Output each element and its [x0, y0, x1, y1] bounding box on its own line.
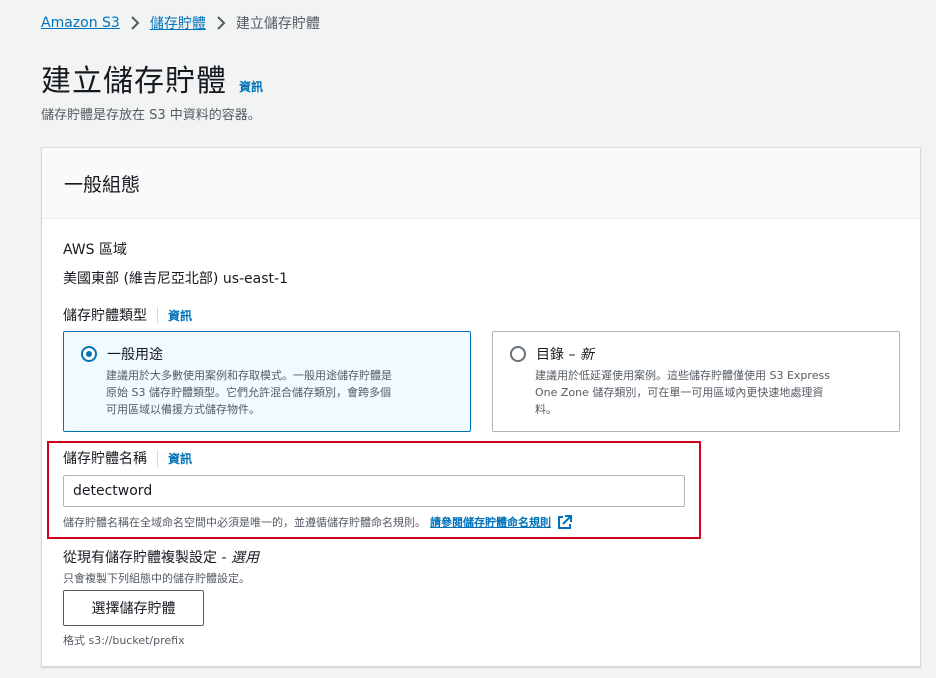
- page-header: 建立儲存貯體 資訊: [41, 56, 263, 100]
- optional-tag: 選用: [230, 550, 259, 566]
- copy-settings-label-text: 從現有儲存貯體複製設定 -: [63, 550, 231, 566]
- radio-directory[interactable]: [510, 346, 526, 362]
- description-line: 料。: [535, 403, 557, 416]
- description-line: One Zone 儲存類別，可在單一可用區域內更快速地處理資: [535, 386, 824, 399]
- bucket-type-label: 儲存貯體類型: [63, 308, 147, 324]
- description-line: 建議用於低延遲使用案例。這些儲存貯體僅使用 S3 Express: [535, 369, 830, 382]
- bucket-type-general-purpose-tile[interactable]: 一般用途 建議用於大多數使用案例和存取模式。一般用途儲存貯體是 原始 S3 儲存…: [63, 331, 471, 432]
- tile-title-general-purpose: 一般用途: [107, 347, 163, 363]
- breadcrumb: Amazon S3 儲存貯體 建立儲存貯體: [41, 13, 320, 33]
- page-info-link[interactable]: 資訊: [239, 78, 263, 95]
- tile-title-directory: 目錄 – 新: [536, 344, 594, 364]
- description-line: 原始 S3 儲存貯體類型。它們允許混合儲存類別，會跨多個: [106, 386, 391, 399]
- tile-description-directory: 建議用於低延遲使用案例。這些儲存貯體僅使用 S3 Express One Zon…: [535, 367, 830, 418]
- breadcrumb-current: 建立儲存貯體: [235, 16, 320, 32]
- copy-settings-description: 只會複製下列組態中的儲存貯體設定。: [63, 572, 250, 585]
- region-label: AWS 區域: [63, 242, 127, 258]
- breadcrumb-amazon-s3[interactable]: Amazon S3: [41, 15, 120, 31]
- constraint-text: 儲存貯體名稱在全域命名空間中必須是唯一的，並遵循儲存貯體命名規則。: [63, 516, 426, 529]
- page-description: 儲存貯體是存放在 S3 中資料的容器。: [41, 108, 261, 123]
- tile-title-directory-text: 目錄 –: [536, 347, 580, 363]
- choose-bucket-button[interactable]: 選擇儲存貯體: [63, 590, 204, 626]
- chevron-right-icon: [216, 16, 226, 30]
- format-hint: 格式 s3://bucket/prefix: [63, 634, 185, 647]
- bucket-type-info-link[interactable]: 資訊: [157, 306, 192, 324]
- bucket-name-label-row: 儲存貯體名稱 資訊: [63, 448, 192, 468]
- new-badge: 新: [579, 347, 594, 363]
- radio-general-purpose[interactable]: [81, 346, 97, 362]
- bucket-name-info-link[interactable]: 資訊: [157, 449, 192, 467]
- copy-settings-label: 從現有儲存貯體複製設定 - 選用: [63, 547, 259, 567]
- bucket-type-label-row: 儲存貯體類型 資訊: [63, 305, 192, 325]
- breadcrumb-buckets[interactable]: 儲存貯體: [150, 13, 206, 33]
- bucket-name-input[interactable]: [63, 475, 685, 507]
- external-link-icon[interactable]: [557, 514, 572, 530]
- bucket-name-label: 儲存貯體名稱: [63, 451, 147, 467]
- bucket-name-constraint: 儲存貯體名稱在全域命名空間中必須是唯一的，並遵循儲存貯體命名規則。 請參閱儲存貯…: [63, 514, 572, 530]
- description-line: 可用區域以備援方式儲存物件。: [106, 403, 260, 416]
- region-value: 美國東部 (維吉尼亞北部) us-east-1: [63, 271, 288, 287]
- tile-title-row: 目錄 – 新: [510, 344, 594, 364]
- chevron-right-icon: [130, 16, 140, 30]
- panel-header: 一般組態: [42, 148, 920, 219]
- bucket-type-directory-tile[interactable]: 目錄 – 新 建議用於低延遲使用案例。這些儲存貯體僅使用 S3 Express …: [492, 331, 900, 432]
- panel-title: 一般組態: [64, 173, 141, 196]
- tile-title-row: 一般用途: [81, 344, 163, 364]
- tile-description-general-purpose: 建議用於大多數使用案例和存取模式。一般用途儲存貯體是 原始 S3 儲存貯體類型。…: [106, 367, 392, 418]
- description-line: 建議用於大多數使用案例和存取模式。一般用途儲存貯體是: [106, 369, 392, 382]
- page-title: 建立儲存貯體: [41, 64, 227, 99]
- naming-rules-link[interactable]: 請參閱儲存貯體命名規則: [430, 514, 551, 530]
